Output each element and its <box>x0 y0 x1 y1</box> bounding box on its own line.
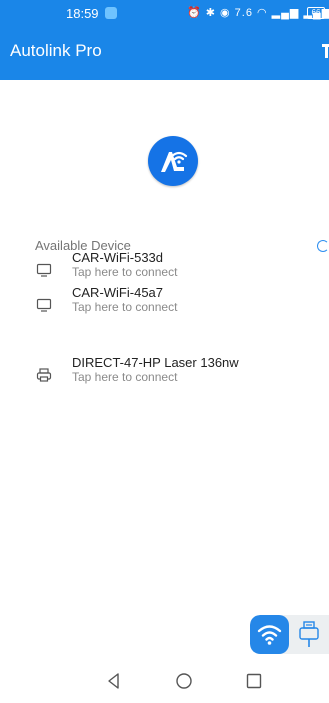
connection-mode-toggle <box>250 615 329 654</box>
device-item[interactable]: DIRECT-47-HP Laser 136nw Tap here to con… <box>30 355 320 393</box>
monitor-icon <box>36 298 52 312</box>
autolink-logo <box>148 136 198 186</box>
recents-icon[interactable] <box>244 671 264 691</box>
system-nav-bar <box>0 660 329 703</box>
notification-app-icon <box>105 7 117 19</box>
usb-icon <box>299 621 319 647</box>
usb-mode-button[interactable] <box>289 615 329 654</box>
app-bar: Autolink Pro <box>0 26 329 80</box>
printer-icon <box>36 368 52 382</box>
device-status: Tap here to connect <box>72 265 178 279</box>
device-name: CAR-WiFi-533d <box>72 250 164 265</box>
device-item[interactable]: CAR-WiFi-45a7 Tap here to connect <box>30 285 320 323</box>
device-item[interactable]: CAR-WiFi-533d Tap here to connect <box>30 250 320 288</box>
autolink-logo-icon <box>161 151 188 172</box>
status-bar: 18:59 ⏰ ✱ ◉ 7.6 ◠ ▂▄▆ ▂▄▆ 66 <box>0 0 329 26</box>
wifi-icon <box>257 625 282 645</box>
battery-icon: 66 <box>307 7 325 19</box>
device-status: Tap here to connect <box>72 300 178 314</box>
app-title: Autolink Pro <box>10 41 102 60</box>
wifi-mode-button[interactable] <box>250 615 289 654</box>
device-status: Tap here to connect <box>72 370 178 384</box>
device-name: CAR-WiFi-45a7 <box>72 285 164 300</box>
device-name: DIRECT-47-HP Laser 136nw <box>72 355 239 370</box>
monitor-icon <box>36 263 52 277</box>
back-icon[interactable] <box>104 671 124 691</box>
overflow-menu-icon[interactable] <box>320 44 329 58</box>
home-icon[interactable] <box>174 671 194 691</box>
status-time: 18:59 <box>66 6 99 21</box>
